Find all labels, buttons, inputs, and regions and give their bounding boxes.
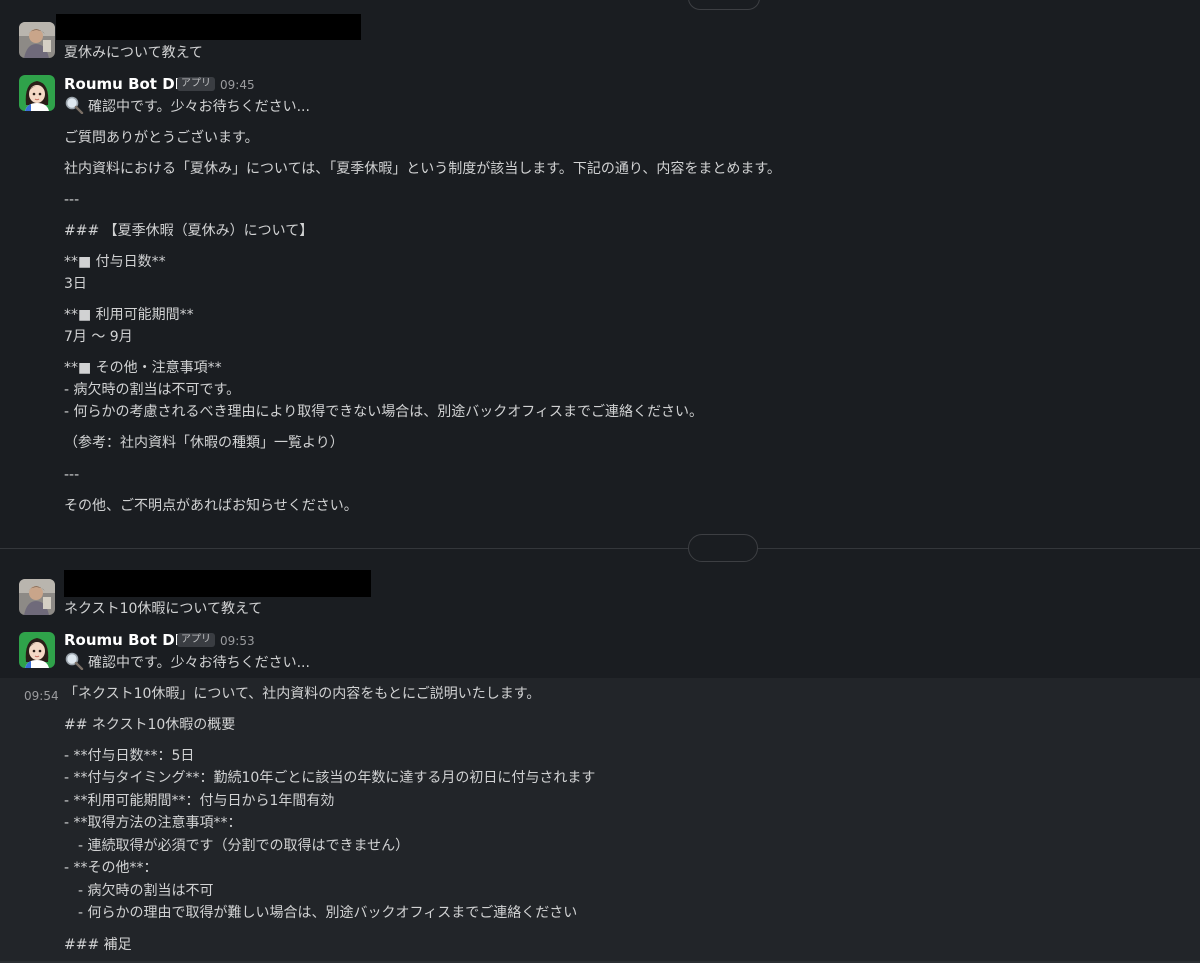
bot2-line-method-note: - 連続取得が必須です（分割での取得はできません）: [78, 838, 410, 854]
bot2-line-period: - **利用可能期間**：付与日から1年間有効: [64, 793, 335, 809]
user-avatar[interactable]: [19, 579, 55, 615]
redacted-user-name: [56, 14, 361, 40]
checking-status-text: 確認中です。少々お待ちください...: [88, 655, 310, 671]
bot-line-note-2: - 何らかの考慮されるべき理由により取得できない場合は、別途バックオフィスまでご…: [64, 404, 703, 420]
slack-dm-view: 夏休みについて教えて Roumu Bot DM アプリ 09:45 確認中です。…: [0, 0, 1200, 963]
app-badge: アプリ: [177, 77, 215, 91]
bot-line-rule: ---: [64, 192, 80, 208]
user-message-text: 夏休みについて教えて: [64, 45, 203, 61]
bot-line-thanks: ご質問ありがとうございます。: [64, 130, 259, 146]
bot2-line-method-label: - **取得方法の注意事項**：: [64, 815, 242, 831]
bot2-line-days: - **付与日数**：5日: [64, 748, 195, 764]
checking-status-line: 確認中です。少々お待ちください...: [64, 96, 310, 117]
bot-line-intro: 社内資料における「夏休み」については、「夏季休暇」という制度が該当します。下記の…: [64, 161, 781, 177]
bot-line-heading: ### 【夏季休暇（夏休み）について】: [64, 223, 314, 239]
bot-line-rule-2: ---: [64, 467, 80, 483]
checking-status-text: 確認中です。少々お待ちください...: [88, 99, 310, 115]
bot-girl-avatar-icon: [19, 75, 55, 111]
day-divider-line: [0, 548, 1200, 549]
user-avatar[interactable]: [19, 22, 55, 58]
bot2-line-intro: 「ネクスト10休暇」について、社内資料の内容をもとにご説明いたします。: [64, 686, 541, 702]
bot-line-reference: （参考：社内資料「休暇の種類」一覧より）: [64, 435, 344, 451]
user-photo-avatar-icon: [19, 579, 55, 615]
bot-display-name[interactable]: Roumu Bot DM: [64, 74, 190, 94]
user-photo-avatar-icon: [19, 22, 55, 58]
hover-timestamp[interactable]: 09:54: [24, 688, 59, 704]
message-timestamp[interactable]: 09:53: [220, 633, 255, 649]
bot-line-period-value: 7月 〜 9月: [64, 329, 133, 345]
bot-line-note-1: - 病欠時の割当は不可です。: [64, 382, 241, 398]
day-divider-button[interactable]: [688, 534, 758, 562]
bot2-line-other-note-1: - 病欠時の割当は不可: [78, 883, 214, 899]
bot2-line-timing: - **付与タイミング**：勤続10年ごとに該当の年数に達する月の初日に付与され…: [64, 770, 596, 786]
magnifying-glass-icon: [65, 96, 84, 114]
bot-avatar[interactable]: [19, 632, 55, 668]
bot-girl-avatar-icon: [19, 632, 55, 668]
bot-display-name[interactable]: Roumu Bot DM: [64, 630, 190, 650]
bot2-line-other-label: - **その他**：: [64, 860, 158, 876]
app-badge: アプリ: [177, 633, 215, 647]
magnifying-glass-icon: [65, 652, 84, 670]
redacted-user-name: [64, 570, 371, 597]
message-timestamp[interactable]: 09:45: [220, 77, 255, 93]
bot2-line-supplement: ### 補足: [64, 937, 132, 953]
bot-line-days-value: 3日: [64, 276, 87, 292]
bot2-line-other-note-2: - 何らかの理由で取得が難しい場合は、別途バックオフィスまでご連絡ください: [78, 905, 578, 921]
checking-status-line: 確認中です。少々お待ちください...: [64, 652, 310, 673]
bot-avatar[interactable]: [19, 75, 55, 111]
user-message-text: ネクスト10休暇について教えて: [64, 601, 263, 617]
previous-day-divider-pill[interactable]: [688, 0, 760, 10]
bot-line-closing: その他、ご不明点があればお知らせください。: [64, 498, 358, 514]
bot2-line-heading: ## ネクスト10休暇の概要: [64, 717, 236, 733]
bot-line-period-label: **■ 利用可能期間**: [64, 307, 194, 323]
bot-line-days-label: **■ 付与日数**: [64, 254, 166, 270]
bot-line-notes-label: **■ その他・注意事項**: [64, 360, 222, 376]
